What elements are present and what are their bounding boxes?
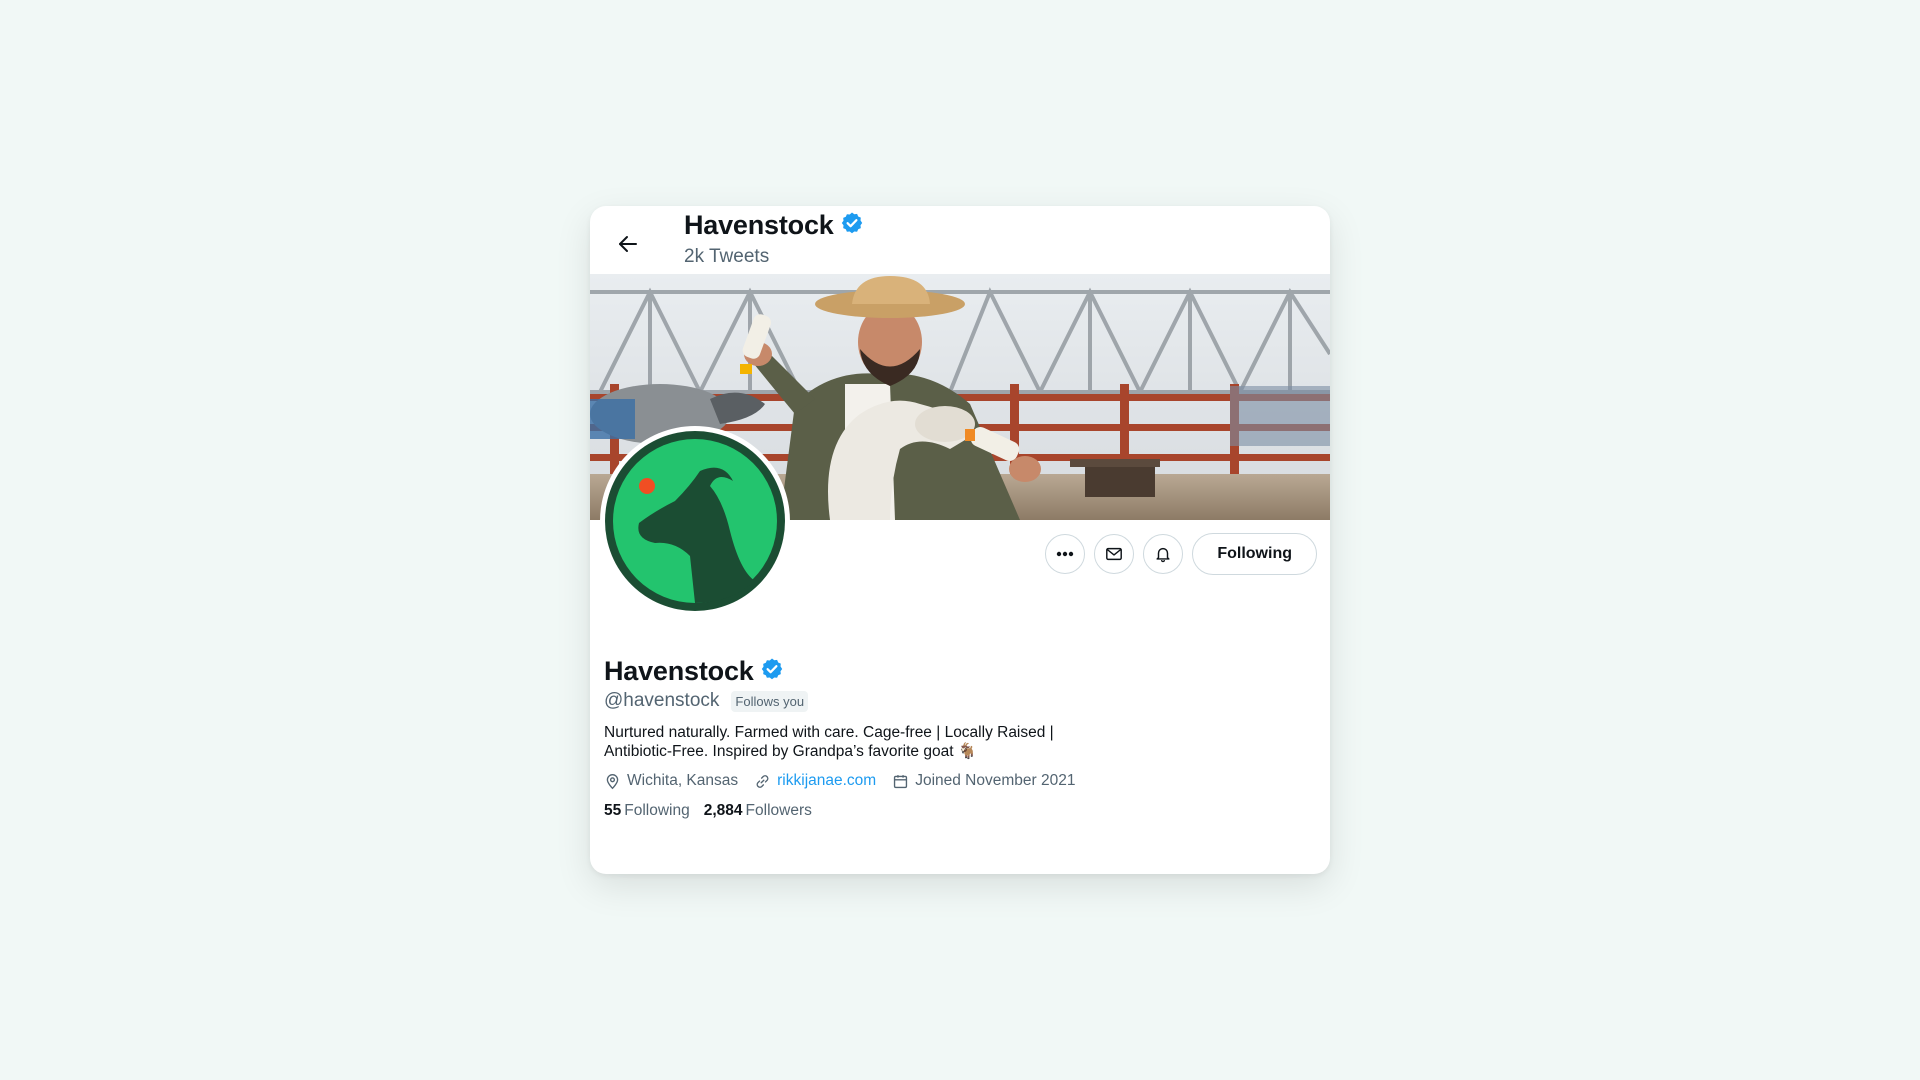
calendar-icon [894, 774, 908, 788]
profile-actions: Following [1045, 533, 1317, 575]
following-count-link[interactable]: 55 Following [604, 802, 690, 820]
bio-line: Nurtured naturally. Farmed with care. Ca… [604, 724, 1054, 741]
header-display-name: Havenstock [684, 210, 834, 240]
mail-icon [1106, 547, 1123, 561]
location-item: Wichita, Kansas [604, 772, 738, 790]
more-horizontal-icon [1057, 551, 1074, 557]
website-item: rikkijanae.com [754, 772, 876, 790]
verified-badge-icon [760, 657, 784, 686]
link-icon [756, 774, 769, 788]
profile-meta: Wichita, Kansas rikkijanae.com Joined No… [604, 772, 1091, 790]
map-pin-icon [606, 773, 619, 789]
followers-count: 2,884 [703, 802, 743, 819]
more-button[interactable] [1045, 534, 1086, 574]
followers-count-link[interactable]: 2,884 Followers [704, 802, 812, 820]
message-button[interactable] [1094, 534, 1135, 574]
profile-handle-row: @havenstock Follows you [604, 690, 809, 712]
follow-counts: 55 Following 2,884 Followers [604, 802, 826, 820]
profile-card: Havenstock 2k Tweets Following Havenstoc… [590, 206, 1330, 874]
arrow-left-icon [619, 236, 637, 252]
back-button[interactable] [610, 226, 646, 262]
profile-display-name: Havenstock [604, 656, 754, 686]
following-count: 55 [604, 802, 622, 819]
notifications-button[interactable] [1143, 534, 1184, 574]
bell-icon [1156, 547, 1170, 563]
profile-header-bar: Havenstock 2k Tweets [590, 206, 1330, 274]
followers-label: Followers [745, 802, 812, 819]
following-button[interactable]: Following [1192, 533, 1317, 575]
joined-item: Joined November 2021 [892, 772, 1075, 790]
header-name-row: Havenstock [684, 210, 864, 241]
profile-handle: @havenstock [604, 690, 720, 711]
location-text: Wichita, Kansas [627, 772, 739, 789]
profile-avatar[interactable] [600, 426, 790, 616]
profile-name-row: Havenstock [604, 656, 784, 687]
verified-badge-icon [840, 211, 864, 240]
joined-text: Joined November 2021 [915, 772, 1076, 789]
goat-logo-icon [605, 431, 785, 611]
header-tweet-count: 2k Tweets [684, 246, 770, 267]
follows-you-badge: Follows you [731, 690, 809, 712]
website-link[interactable]: rikkijanae.com [777, 772, 876, 790]
bio-line: Antibiotic-Free. Inspired by Grandpa’s f… [604, 743, 978, 760]
profile-bio: Nurtured naturally. Farmed with care. Ca… [604, 723, 1104, 761]
following-label: Following [624, 802, 690, 819]
